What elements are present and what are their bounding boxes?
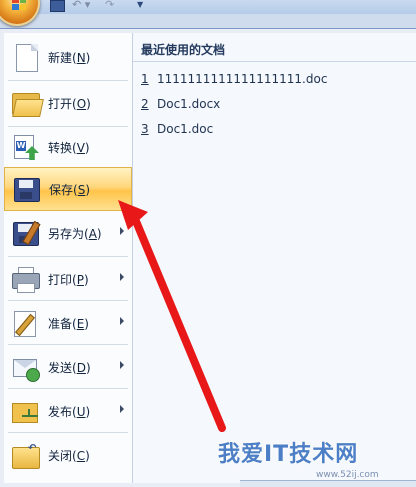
menu-item-prepare[interactable]: 准备(E) (4, 301, 132, 345)
printer-icon (10, 265, 40, 293)
menu-item-print[interactable]: 打印(P) (4, 257, 132, 301)
menu-item-label: 保存(S) (49, 182, 90, 197)
menu-item-label: 发送(D) (48, 360, 91, 375)
menu-item-label: 新建(N) (48, 50, 91, 65)
new-document-icon (10, 43, 40, 72)
menu-item-save-as[interactable]: 另存为(A) (4, 211, 132, 255)
menu-item-publish[interactable]: 发布(U) (4, 389, 132, 433)
watermark-url: www.52ij.com (316, 470, 379, 480)
menu-item-send[interactable]: 发送(D) (4, 345, 132, 389)
close-document-icon: ↶ (10, 441, 40, 469)
recent-document-number: 1 (141, 72, 149, 86)
publish-icon (10, 397, 40, 425)
recent-document-item[interactable]: 1 1111111111111111111.doc (141, 70, 327, 88)
recent-documents-title: 最近使用的文档 (141, 43, 226, 57)
submenu-arrow-icon (120, 317, 124, 325)
undo-icon[interactable]: ↶ ▾ (72, 0, 92, 12)
command-list: 新建(N) 打开(O) W 转换(V) 保存(S) 另存为(A) 打印(P) 准… (4, 33, 133, 483)
submenu-arrow-icon (120, 273, 124, 281)
recent-document-name: Doc1.docx (157, 97, 221, 111)
submenu-arrow-icon (120, 405, 124, 413)
menu-item-label: 发布(U) (48, 404, 91, 419)
save-as-icon (10, 219, 41, 247)
office-logo-icon (12, 0, 26, 10)
recent-document-item[interactable]: 3 Doc1.doc (141, 120, 213, 138)
watermark-text: 我爱IT技术网 (218, 442, 359, 467)
send-icon (10, 353, 40, 382)
menu-item-close[interactable]: ↶ 关闭(C) (4, 433, 132, 477)
prepare-icon (10, 309, 40, 337)
title-divider (133, 61, 416, 62)
save-icon[interactable] (50, 0, 65, 12)
recent-document-name: 1111111111111111111.doc (157, 72, 328, 86)
menu-item-label: 打印(P) (48, 272, 89, 287)
convert-document-icon: W (10, 133, 40, 161)
recent-document-item[interactable]: 2 Doc1.docx (141, 95, 220, 113)
submenu-arrow-icon (120, 227, 124, 235)
recent-document-number: 3 (141, 122, 149, 136)
menu-item-label: 打开(O) (48, 96, 91, 111)
menu-item-label: 转换(V) (48, 140, 90, 155)
open-folder-icon (10, 89, 44, 117)
menu-item-label: 准备(E) (48, 316, 89, 331)
menu-item-save[interactable]: 保存(S) (4, 167, 132, 211)
menu-item-label: 关闭(C) (48, 448, 90, 463)
quick-access-toolbar: ↶ ▾ ↷ ▼ (0, 0, 416, 26)
customize-dropdown-icon[interactable]: ▼ (137, 0, 147, 12)
menu-item-open[interactable]: 打开(O) (4, 81, 132, 125)
save-disk-icon (11, 175, 41, 203)
recent-document-name: Doc1.doc (157, 122, 214, 136)
menu-item-label: 另存为(A) (48, 226, 102, 241)
submenu-arrow-icon (120, 361, 124, 369)
menu-item-new[interactable]: 新建(N) (4, 35, 132, 79)
redo-icon[interactable]: ↷ (105, 0, 119, 12)
office-menu: 新建(N) 打开(O) W 转换(V) 保存(S) 另存为(A) 打印(P) 准… (0, 28, 416, 487)
menu-item-convert[interactable]: W 转换(V) (4, 125, 132, 169)
recent-document-number: 2 (141, 97, 149, 111)
recent-documents-panel: 最近使用的文档 1 1111111111111111111.doc 2 Doc1… (133, 33, 416, 483)
